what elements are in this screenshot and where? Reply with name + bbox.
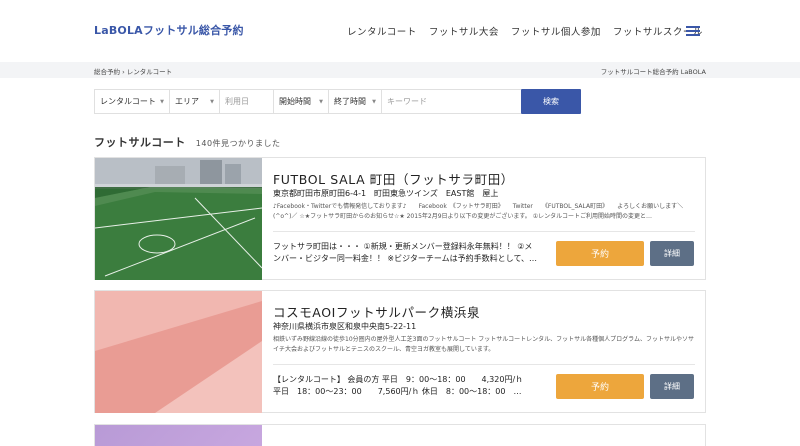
start-time-value: 開始時間 (279, 97, 311, 106)
nav-individual[interactable]: フットサル個人参加 (511, 24, 601, 38)
book-button[interactable]: 予約 (556, 374, 644, 399)
chevron-down-icon: ▼ (160, 98, 164, 105)
results-count: 140件見つかりました (195, 139, 281, 148)
chevron-down-icon: ▼ (319, 98, 323, 105)
detail-button[interactable]: 詳細 (650, 374, 694, 399)
date-input[interactable]: 利用日 (219, 89, 273, 114)
court-name[interactable]: コスモAOIフットサルパーク横浜泉 (273, 302, 480, 321)
hamburger-menu-icon[interactable] (686, 26, 700, 36)
site-logo[interactable]: LaBOLAフットサル総合予約 (94, 22, 244, 38)
court-card: コスモAOIフットサルパーク横浜泉 神奈川県横浜市泉区和泉中央南5-22-11 … (94, 290, 706, 413)
breadcrumb[interactable]: 総合予約 › レンタルコート (94, 66, 172, 76)
site-header: LaBOLAフットサル総合予約 レンタルコート フットサル大会 フットサル個人参… (0, 0, 800, 62)
chevron-down-icon: ▼ (372, 98, 376, 105)
main-nav: レンタルコート フットサル大会 フットサル個人参加 フットサルスクール (347, 24, 703, 38)
category-select-value: レンタルコート (100, 97, 156, 106)
area-select-value: エリア (175, 97, 199, 106)
court-photo[interactable] (95, 291, 262, 413)
court-description: 相鉄いずみ野線沿線の徒歩10分圏内の屋外型人工芝3面のフットサルコート フットサ… (273, 336, 694, 353)
book-button[interactable]: 予約 (556, 241, 644, 266)
end-time-select[interactable]: 終了時間 ▼ (328, 89, 381, 114)
search-button[interactable]: 検索 (521, 89, 581, 114)
court-card: FUTBOL SALA 町田（フットサラ町田） 東京都町田市原町田6-4-1 町… (94, 157, 706, 280)
results-heading: フットサルコート 140件見つかりました (94, 134, 281, 150)
nav-tournament[interactable]: フットサル大会 (429, 24, 499, 38)
nav-rental-court[interactable]: レンタルコート (347, 24, 417, 38)
court-photo[interactable] (95, 425, 262, 446)
court-description: ♪Facebook・Twitterでも情報発信しております♪ Facebook … (273, 203, 684, 220)
court-card (94, 424, 706, 446)
category-select[interactable]: レンタルコート ▼ (94, 89, 169, 114)
keyword-input[interactable]: キーワード (381, 89, 521, 114)
court-name[interactable]: FUTBOL SALA 町田（フットサラ町田） (273, 169, 514, 188)
detail-button[interactable]: 詳細 (650, 241, 694, 266)
page-subtitle: フットサルコート総合予約 LaBOLA (600, 68, 706, 76)
chevron-down-icon: ▼ (210, 98, 214, 105)
results-title: フットサルコート (94, 136, 186, 149)
court-price-info: フットサラ町田は・・・ ①新規・更新メンバー登録料永年無料！！ ②メンバー・ビジ… (273, 242, 538, 263)
divider (273, 364, 695, 365)
start-time-select[interactable]: 開始時間 ▼ (273, 89, 328, 114)
court-address: 神奈川県横浜市泉区和泉中央南5-22-11 (273, 322, 417, 331)
court-address: 東京都町田市原町田6-4-1 町田東急ツインズ EAST館 屋上 (273, 189, 499, 198)
court-photo[interactable] (95, 158, 262, 280)
end-time-value: 終了時間 (334, 97, 366, 106)
breadcrumb-bar: 総合予約 › レンタルコート フットサルコート総合予約 LaBOLA (0, 62, 800, 78)
area-select[interactable]: エリア ▼ (169, 89, 219, 114)
divider (273, 231, 695, 232)
search-bar: レンタルコート ▼ エリア ▼ 利用日 開始時間 ▼ 終了時間 ▼ キーワード … (94, 89, 581, 114)
court-price-info: 【レンタルコート】 会員の方 平日 9：00〜18：00 4,320円/ｈ 平日… (273, 375, 532, 396)
